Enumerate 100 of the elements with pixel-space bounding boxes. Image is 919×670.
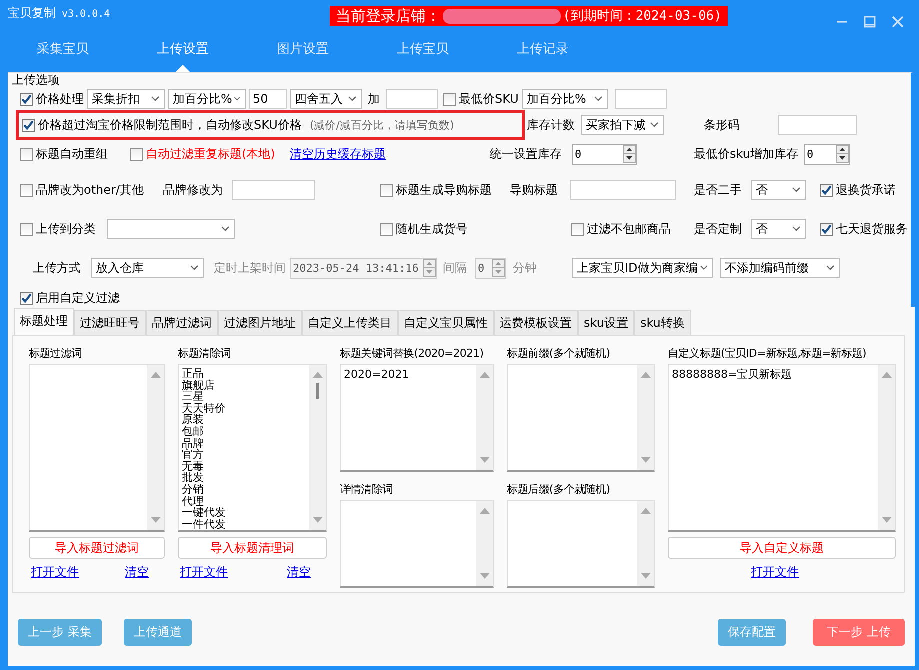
scrollbar[interactable] [637, 501, 654, 586]
text-area[interactable] [29, 364, 165, 532]
checkbox[interactable] [130, 148, 143, 160]
tab[interactable]: sku设置 [578, 310, 634, 335]
field-label: 加 [368, 90, 380, 108]
tab[interactable]: 标题处理 [14, 308, 74, 335]
scroll-up-icon[interactable] [640, 507, 650, 514]
text-field[interactable] [386, 89, 438, 109]
scroll-down-icon[interactable] [312, 517, 322, 524]
checkbox[interactable] [443, 92, 456, 106]
import-button[interactable]: 导入标题过滤词 [29, 537, 165, 559]
dropdown[interactable]: 买家拍下减 [581, 115, 664, 135]
text-area[interactable]: 2020=2021 [340, 364, 494, 472]
caret-icon [348, 96, 357, 102]
scroll-down-icon[interactable] [480, 457, 490, 464]
text-area[interactable]: 88888888=宝贝新标题 [668, 364, 896, 532]
field-label: 是否定制 [694, 220, 742, 238]
dropdown[interactable]: 不添加编码前缀 [720, 258, 840, 278]
hint-text: (减价/减百分比，请填写负数) [310, 118, 454, 132]
link[interactable]: 打开文件 [31, 564, 79, 581]
scroll-up-icon[interactable] [882, 371, 892, 378]
scroll-up-icon[interactable] [480, 507, 490, 514]
dropdown[interactable]: 四舍五入 [290, 89, 362, 109]
link[interactable]: 打开文件 [751, 564, 799, 581]
checkbox[interactable] [380, 222, 393, 236]
scroll-down-icon[interactable] [480, 573, 490, 580]
scroll-down-icon[interactable] [640, 573, 650, 580]
import-button[interactable]: 导入标题清理词 [178, 537, 327, 559]
tab[interactable]: 过滤图片地址 [218, 310, 302, 335]
text-area[interactable] [507, 364, 655, 472]
spin-arrows-icon[interactable] [623, 145, 636, 163]
scroll-thumb[interactable] [316, 383, 319, 399]
field-label: 标题清除词 [178, 346, 232, 362]
tab[interactable]: 自定义宝贝属性 [398, 310, 494, 335]
link[interactable]: 清空历史缓存标题 [290, 146, 386, 162]
dropdown[interactable]: 加百分比% [168, 89, 246, 109]
dropdown[interactable]: 采集折扣 [87, 89, 165, 109]
checkbox-label: 价格超过淘宝价格限制范围时，自动修改SKU价格 [38, 116, 302, 134]
scrollbar[interactable] [476, 365, 493, 470]
spin-field[interactable]: 0 [572, 144, 637, 164]
expiry-text: (到期时间：2024-03-06) [563, 8, 722, 25]
scrollbar[interactable] [476, 501, 493, 586]
scroll-up-icon[interactable] [640, 371, 650, 378]
text-field[interactable] [570, 180, 676, 200]
scrollbar[interactable] [309, 365, 326, 530]
scroll-down-icon[interactable] [640, 457, 650, 464]
checkbox[interactable] [20, 292, 33, 304]
text-line: 三星 [182, 391, 204, 403]
text-field[interactable]: 50 [249, 89, 287, 109]
text-field[interactable] [614, 89, 667, 109]
spin-field[interactable]: 0 [804, 144, 850, 164]
scrollbar[interactable] [147, 365, 164, 530]
text-line: 天天特价 [182, 402, 227, 414]
link[interactable]: 打开文件 [180, 564, 228, 581]
scroll-down-icon[interactable] [150, 517, 160, 524]
text-area[interactable] [507, 500, 655, 588]
tab[interactable]: sku转换 [634, 310, 691, 335]
checkbox[interactable] [22, 118, 35, 132]
dropdown[interactable]: 否 [751, 219, 806, 239]
spin-arrows-icon[interactable] [836, 145, 849, 163]
maximize-icon[interactable] [863, 15, 877, 29]
dropdown[interactable]: 放入仓库 [91, 258, 204, 278]
scrollbar[interactable] [878, 365, 895, 530]
field-label: 导购标题 [510, 182, 558, 198]
dropdown[interactable]: 否 [751, 180, 806, 200]
checkbox[interactable] [20, 148, 33, 160]
scroll-up-icon[interactable] [150, 371, 160, 378]
text-line: 无毒 [182, 460, 205, 472]
tab[interactable]: 品牌过滤词 [146, 310, 218, 335]
checkbox[interactable] [20, 92, 33, 106]
checkbox[interactable] [571, 222, 584, 236]
tab[interactable]: 过滤旺旺号 [74, 310, 146, 335]
tab[interactable]: 运费模板设置 [494, 310, 578, 335]
field-label: 条形码 [704, 116, 740, 134]
scroll-down-icon[interactable] [882, 517, 892, 524]
field-label: 详情清除词 [340, 482, 394, 498]
dropdown[interactable]: 上家宝贝ID做为商家编 [572, 258, 713, 278]
text-field[interactable] [232, 180, 315, 200]
checkbox-label: 启用自定义过滤 [36, 290, 120, 306]
scroll-up-icon[interactable] [312, 371, 322, 378]
checkbox[interactable] [20, 222, 33, 236]
scrollbar[interactable] [637, 365, 654, 470]
text-area[interactable]: 正品 旗舰店 三星 天天特价 原装 包邮 品牌 官方 无毒 批发 分销 代理 一键代发 一件代发 [178, 364, 327, 532]
close-icon[interactable] [891, 15, 905, 29]
text-field[interactable] [778, 115, 857, 135]
text-line: 分销 [182, 484, 205, 496]
scroll-up-icon[interactable] [480, 371, 490, 378]
dropdown[interactable] [107, 219, 235, 239]
import-button[interactable]: 导入自定义标题 [668, 537, 896, 559]
checkbox[interactable] [20, 184, 33, 196]
caret-icon [792, 187, 801, 193]
checkbox[interactable] [380, 184, 393, 196]
checkbox[interactable] [820, 222, 833, 236]
link[interactable]: 清空 [125, 564, 149, 581]
text-area[interactable] [340, 500, 494, 588]
link[interactable]: 清空 [287, 564, 311, 581]
checkbox[interactable] [820, 184, 833, 196]
text-line: 品牌 [182, 438, 205, 450]
dropdown[interactable]: 加百分比% [522, 89, 608, 109]
tab[interactable]: 自定义上传类目 [302, 310, 398, 335]
